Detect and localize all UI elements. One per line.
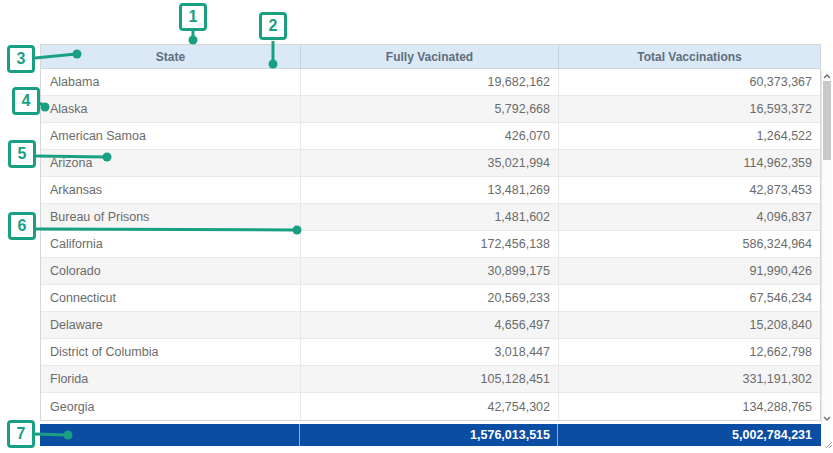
totals-state-cell (40, 424, 299, 446)
fully-vaccinated-cell: 42,754,302 (300, 393, 558, 420)
chevron-down-icon (823, 416, 831, 421)
table-row[interactable]: California172,456,138586,324,964 (41, 231, 820, 258)
data-table: State Fully Vacinated Total Vaccinations… (40, 44, 821, 421)
table-row[interactable]: Alabama19,682,16260,373,367 (41, 69, 820, 96)
table-row[interactable]: Arizona35,021,994114,962,359 (41, 150, 820, 177)
totals-fully-vaccinated-cell: 1,576,013,515 (299, 424, 557, 446)
scroll-down-button[interactable] (822, 412, 832, 424)
column-header-fully-vaccinated[interactable]: Fully Vacinated (300, 45, 558, 68)
fully-vaccinated-cell: 19,682,162 (300, 69, 558, 95)
table-row[interactable]: Georgia42,754,302134,288,765 (41, 393, 820, 420)
total-vaccinations-cell: 331,191,302 (558, 366, 820, 392)
state-cell: Delaware (41, 312, 300, 338)
total-vaccinations-cell: 15,208,840 (558, 312, 820, 338)
total-vaccinations-cell: 1,264,522 (558, 123, 820, 149)
callout-3: 3 (7, 45, 35, 73)
fully-vaccinated-cell: 13,481,269 (300, 177, 558, 203)
total-vaccinations-cell: 42,873,453 (558, 177, 820, 203)
total-vaccinations-cell: 114,962,359 (558, 150, 820, 176)
callout-1: 1 (179, 3, 207, 31)
fully-vaccinated-cell: 5,792,668 (300, 96, 558, 122)
fully-vaccinated-cell: 172,456,138 (300, 231, 558, 257)
vertical-scrollbar[interactable] (821, 70, 832, 424)
column-header-total-vaccinations[interactable]: Total Vaccinations (558, 45, 820, 68)
total-vaccinations-cell: 134,288,765 (558, 393, 820, 420)
table-body: Alabama19,682,16260,373,367Alaska5,792,6… (41, 69, 820, 420)
scrollbar-thumb[interactable] (823, 81, 831, 160)
state-cell: Arkansas (41, 177, 300, 203)
state-cell: Alaska (41, 96, 300, 122)
fully-vaccinated-cell: 1,481,602 (300, 204, 558, 230)
totals-row: 1,576,013,515 5,002,784,231 (40, 424, 821, 446)
state-cell: District of Columbia (41, 339, 300, 365)
totals-total-vaccinations-cell: 5,002,784,231 (557, 424, 819, 446)
fully-vaccinated-cell: 3,018,447 (300, 339, 558, 365)
state-cell: Bureau of Prisons (41, 204, 300, 230)
fully-vaccinated-cell: 30,899,175 (300, 258, 558, 284)
total-vaccinations-cell: 4,096,837 (558, 204, 820, 230)
table-row[interactable]: Delaware4,656,49715,208,840 (41, 312, 820, 339)
callout-6: 6 (8, 212, 36, 240)
table-row[interactable]: Colorado30,899,17591,990,426 (41, 258, 820, 285)
column-header-state[interactable]: State (41, 45, 300, 68)
total-vaccinations-cell: 91,990,426 (558, 258, 820, 284)
table-row[interactable]: Connecticut20,569,23367,546,234 (41, 285, 820, 312)
vaccination-table-page: State Fully Vacinated Total Vaccinations… (0, 0, 833, 453)
table-row[interactable]: Bureau of Prisons1,481,6024,096,837 (41, 204, 820, 231)
state-cell: Florida (41, 366, 300, 392)
fully-vaccinated-cell: 4,656,497 (300, 312, 558, 338)
total-vaccinations-cell: 16,593,372 (558, 96, 820, 122)
table-row[interactable]: District of Columbia3,018,44712,662,798 (41, 339, 820, 366)
state-cell: Alabama (41, 69, 300, 95)
chevron-up-icon (823, 74, 831, 79)
state-cell: California (41, 231, 300, 257)
state-cell: American Samoa (41, 123, 300, 149)
table-header-row: State Fully Vacinated Total Vaccinations (41, 45, 820, 69)
table-row[interactable]: Arkansas13,481,26942,873,453 (41, 177, 820, 204)
fully-vaccinated-cell: 20,569,233 (300, 285, 558, 311)
state-cell: Connecticut (41, 285, 300, 311)
state-cell: Georgia (41, 393, 300, 420)
fully-vaccinated-cell: 35,021,994 (300, 150, 558, 176)
table-row[interactable]: American Samoa426,0701,264,522 (41, 123, 820, 150)
fully-vaccinated-cell: 426,070 (300, 123, 558, 149)
callout-4: 4 (12, 87, 40, 115)
total-vaccinations-cell: 586,324,964 (558, 231, 820, 257)
state-cell: Arizona (41, 150, 300, 176)
table-row[interactable]: Alaska5,792,66816,593,372 (41, 96, 820, 123)
callout-7: 7 (7, 420, 35, 448)
fully-vaccinated-cell: 105,128,451 (300, 366, 558, 392)
resize-grip-icon (825, 441, 833, 449)
total-vaccinations-cell: 67,546,234 (558, 285, 820, 311)
total-vaccinations-cell: 60,373,367 (558, 69, 820, 95)
callout-5: 5 (8, 140, 36, 168)
total-vaccinations-cell: 12,662,798 (558, 339, 820, 365)
table-row[interactable]: Florida105,128,451331,191,302 (41, 366, 820, 393)
state-cell: Colorado (41, 258, 300, 284)
callout-2: 2 (259, 12, 287, 40)
